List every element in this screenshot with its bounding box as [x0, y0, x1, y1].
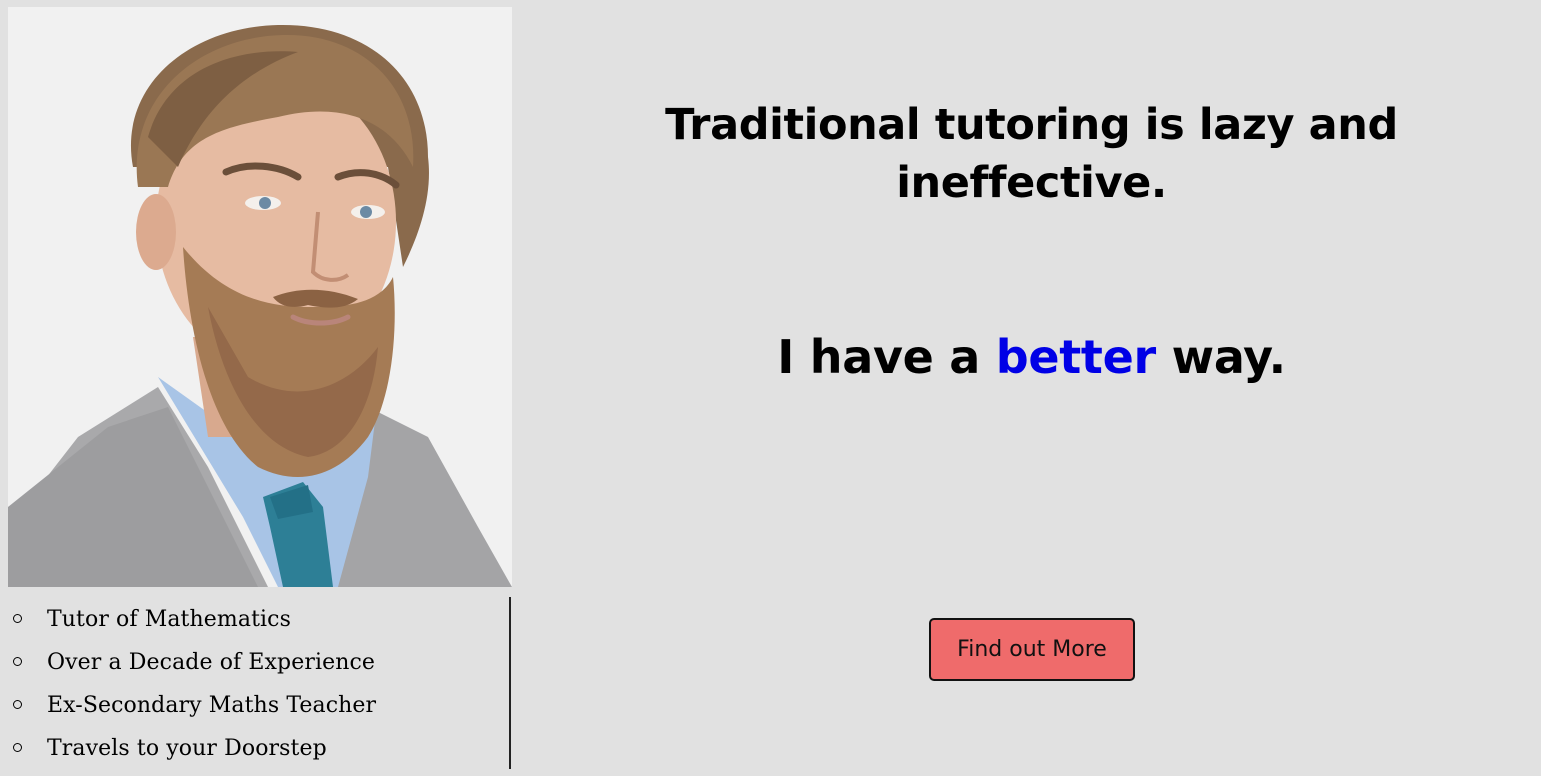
list-item: Tutor of Mathematics	[8, 597, 509, 640]
list-item: Over a Decade of Experience	[8, 640, 509, 683]
portrait-illustration	[8, 7, 512, 587]
list-item: Ex-Secondary Maths Teacher	[8, 683, 509, 726]
bio-item-text: Tutor of Mathematics	[47, 607, 291, 632]
circle-bullet-icon	[13, 614, 22, 623]
list-item: Travels to your Doorstep	[8, 726, 509, 769]
bio-item-text: Travels to your Doorstep	[47, 736, 327, 761]
tutor-portrait	[8, 7, 512, 587]
find-out-more-button[interactable]: Find out More	[929, 618, 1135, 681]
bio-item-text: Ex-Secondary Maths Teacher	[47, 693, 377, 718]
subline-before: I have a	[777, 330, 996, 384]
circle-bullet-icon	[13, 700, 22, 709]
circle-bullet-icon	[13, 657, 22, 666]
bio-item-text: Over a Decade of Experience	[47, 650, 376, 675]
circle-bullet-icon	[13, 743, 22, 752]
hero-headline: Traditional tutoring is lazy and ineffec…	[665, 100, 1398, 208]
bio-list: Tutor of Mathematics Over a Decade of Ex…	[8, 597, 511, 769]
subline-accent-word: better	[995, 330, 1157, 384]
subline-after: way.	[1155, 330, 1286, 384]
hero-subline: I have a better way.	[600, 328, 1463, 386]
